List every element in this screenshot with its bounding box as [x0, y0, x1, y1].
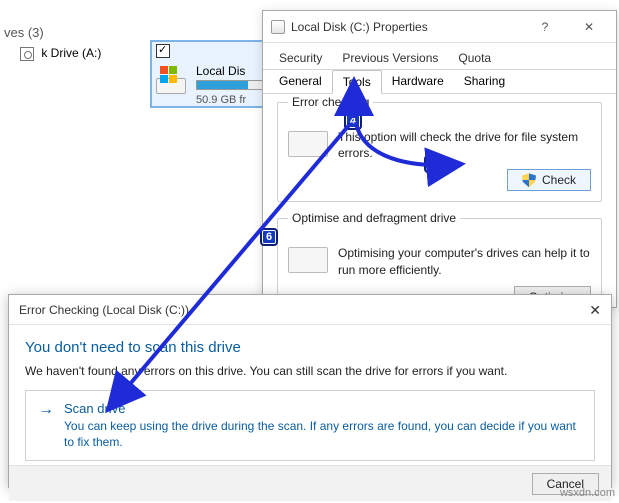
scan-drive-title: Scan drive [64, 401, 582, 416]
disk-icon [288, 247, 328, 273]
dialog-footer: Cancel [9, 465, 611, 501]
disk-icon [288, 131, 328, 157]
tab-quota[interactable]: Quota [448, 47, 501, 69]
drive-icon [156, 66, 190, 94]
scan-drive-subtitle: You can keep using the drive during the … [64, 418, 582, 450]
drive-tile-checkbox[interactable] [156, 44, 170, 58]
watermark: wsxdn.com [560, 487, 615, 499]
dialog-titlebar[interactable]: Error Checking (Local Disk (C:)) ✕ [9, 295, 611, 325]
tab-tools[interactable]: Tools [332, 70, 382, 94]
drive-tile-subtitle: 50.9 GB fr [196, 94, 246, 106]
callout-badge-4: 4 [344, 112, 362, 130]
error-checking-dialog: Error Checking (Local Disk (C:)) ✕ You d… [8, 294, 612, 488]
group-legend: Error checking [288, 95, 373, 109]
tab-hardware[interactable]: Hardware [382, 70, 454, 93]
properties-titlebar[interactable]: Local Disk (C:) Properties ? ✕ [263, 11, 616, 43]
check-button[interactable]: Check [507, 169, 591, 191]
drive-tile-title: Local Dis [196, 64, 245, 78]
tab-sharing[interactable]: Sharing [454, 70, 515, 93]
sidebar-item-label: k Drive (A:) [41, 46, 101, 60]
group-legend: Optimise and defragment drive [288, 211, 460, 225]
floppy-drive-icon [20, 47, 34, 61]
sidebar-item-floppy[interactable]: k Drive (A:) [20, 46, 101, 61]
check-button-label: Check [542, 173, 576, 187]
tab-security[interactable]: Security [269, 47, 332, 69]
drive-tile-local-disk[interactable]: Local Dis 50.9 GB fr [150, 40, 270, 108]
help-button[interactable]: ? [526, 15, 564, 39]
dialog-title-text: Error Checking (Local Disk (C:)) [19, 295, 189, 325]
drive-mini-icon [271, 20, 285, 34]
scan-drive-option[interactable]: → Scan drive You can keep using the driv… [25, 390, 595, 461]
dialog-body: You don't need to scan this drive We hav… [9, 325, 611, 465]
close-icon[interactable]: ✕ [570, 15, 608, 39]
error-check-text: This option will check the drive for fil… [338, 129, 591, 161]
drives-group-label: ves (3) [4, 25, 44, 40]
properties-title-text: Local Disk (C:) Properties [291, 11, 428, 43]
tabs-row-2: General Tools Hardware Sharing [263, 70, 616, 94]
dialog-text: We haven't found any errors on this driv… [25, 364, 595, 378]
tab-previous-versions[interactable]: Previous Versions [332, 47, 448, 69]
shield-icon [522, 173, 536, 187]
callout-badge-5: 5 [424, 155, 442, 173]
group-error-checking: Error checking This option will check th… [277, 102, 602, 202]
tabs-row-1: Security Previous Versions Quota [263, 43, 616, 70]
drive-usage-bar [196, 80, 264, 90]
close-icon[interactable]: ✕ [589, 295, 601, 325]
dialog-heading: You don't need to scan this drive [25, 339, 595, 356]
tab-general[interactable]: General [269, 70, 332, 93]
callout-badge-6: 6 [260, 228, 278, 246]
arrow-right-icon: → [38, 403, 54, 417]
optimise-text: Optimising your computer's drives can he… [338, 245, 591, 277]
